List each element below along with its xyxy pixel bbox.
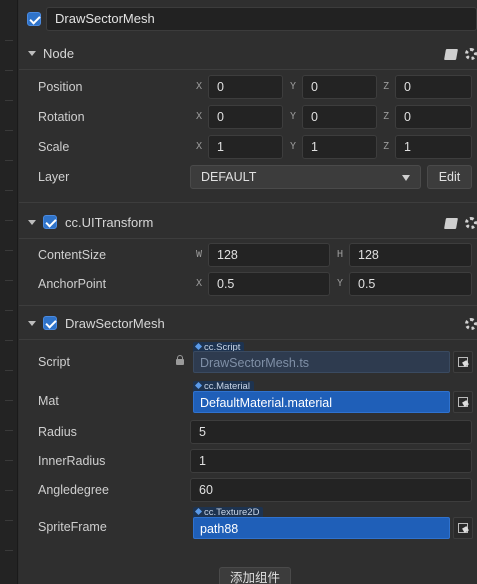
inspector-panel: DrawSectorMesh Node Position X 0 Y 0 Z 0…	[19, 0, 477, 584]
uitransform-section-header[interactable]: cc.UITransform	[19, 208, 477, 238]
mat-label: Mat	[38, 394, 59, 408]
content-size-w-input[interactable]: 128	[208, 243, 330, 267]
uitransform-enabled-checkbox[interactable]	[43, 215, 57, 229]
collapse-caret-icon[interactable]	[28, 220, 36, 225]
axis-x-label: X	[196, 141, 203, 152]
axis-y-label: Y	[290, 111, 297, 122]
draw-sector-enabled-checkbox[interactable]	[43, 316, 57, 330]
anchor-point-x-input[interactable]: 0.5	[208, 272, 330, 296]
axis-z-label: Z	[383, 141, 390, 152]
rotation-y-input[interactable]: 0	[302, 105, 377, 129]
axis-x-label: X	[196, 111, 203, 122]
position-x-input[interactable]: 0	[208, 75, 283, 99]
layer-dropdown[interactable]: DEFAULT	[190, 165, 421, 189]
axis-w-label: W	[196, 249, 203, 260]
scale-x-input[interactable]: 1	[208, 135, 283, 159]
axis-x-label: X	[196, 81, 203, 92]
anchor-point-y-input[interactable]: 0.5	[349, 272, 472, 296]
radius-label: Radius	[38, 425, 77, 439]
axis-y-label: Y	[290, 141, 297, 152]
asset-picker-icon[interactable]	[453, 517, 473, 539]
layer-label: Layer	[38, 170, 70, 184]
collapse-caret-icon[interactable]	[28, 321, 36, 326]
anchor-point-label: AnchorPoint	[38, 277, 107, 291]
help-book-icon[interactable]	[444, 218, 458, 229]
inner-radius-label: InnerRadius	[38, 454, 106, 468]
content-size-h-input[interactable]: 128	[349, 243, 472, 267]
position-z-input[interactable]: 0	[395, 75, 472, 99]
gear-icon[interactable]	[465, 318, 477, 330]
scale-label: Scale	[38, 140, 70, 154]
asset-picker-icon[interactable]	[453, 351, 473, 373]
node-name-field[interactable]: DrawSectorMesh	[46, 7, 477, 31]
gear-icon[interactable]	[465, 48, 477, 60]
position-y-input[interactable]: 0	[302, 75, 377, 99]
scale-y-input[interactable]: 1	[302, 135, 377, 159]
layer-edit-button[interactable]: Edit	[427, 165, 472, 189]
scale-z-input[interactable]: 1	[395, 135, 472, 159]
angle-degree-label: Angledegree	[38, 483, 109, 497]
rotation-label: Rotation	[38, 110, 85, 124]
node-active-checkbox[interactable]	[27, 12, 41, 26]
node-section-header[interactable]: Node	[19, 39, 477, 69]
draw-sector-section-header[interactable]: DrawSectorMesh	[19, 309, 477, 339]
chevron-down-icon	[402, 175, 410, 181]
sprite-frame-label: SpriteFrame	[38, 520, 107, 534]
section-title: cc.UITransform	[65, 215, 154, 230]
gear-icon[interactable]	[465, 217, 477, 229]
help-book-icon[interactable]	[444, 49, 458, 60]
section-title: DrawSectorMesh	[65, 316, 165, 331]
script-asset-field: DrawSectorMesh.ts	[193, 351, 450, 373]
hierarchy-edge	[0, 0, 18, 584]
axis-y-label: Y	[337, 278, 344, 289]
content-size-label: ContentSize	[38, 248, 107, 262]
asset-picker-icon[interactable]	[453, 391, 473, 413]
angle-degree-input[interactable]: 60	[190, 478, 472, 502]
axis-z-label: Z	[383, 111, 390, 122]
position-label: Position	[38, 80, 83, 94]
add-component-button[interactable]: 添加组件	[219, 567, 291, 584]
inner-radius-input[interactable]: 1	[190, 449, 472, 473]
section-title: Node	[43, 46, 75, 61]
script-label: Script	[38, 355, 70, 369]
radius-input[interactable]: 5	[190, 420, 472, 444]
axis-z-label: Z	[383, 81, 390, 92]
axis-x-label: X	[196, 278, 203, 289]
sprite-frame-asset-field[interactable]: path88	[193, 517, 450, 539]
rotation-x-input[interactable]: 0	[208, 105, 283, 129]
axis-y-label: Y	[290, 81, 297, 92]
mat-asset-field[interactable]: DefaultMaterial.material	[193, 391, 450, 413]
rotation-z-input[interactable]: 0	[395, 105, 472, 129]
axis-h-label: H	[337, 249, 344, 260]
layer-value: DEFAULT	[201, 170, 257, 184]
lock-icon	[176, 355, 184, 365]
collapse-caret-icon[interactable]	[28, 51, 36, 56]
